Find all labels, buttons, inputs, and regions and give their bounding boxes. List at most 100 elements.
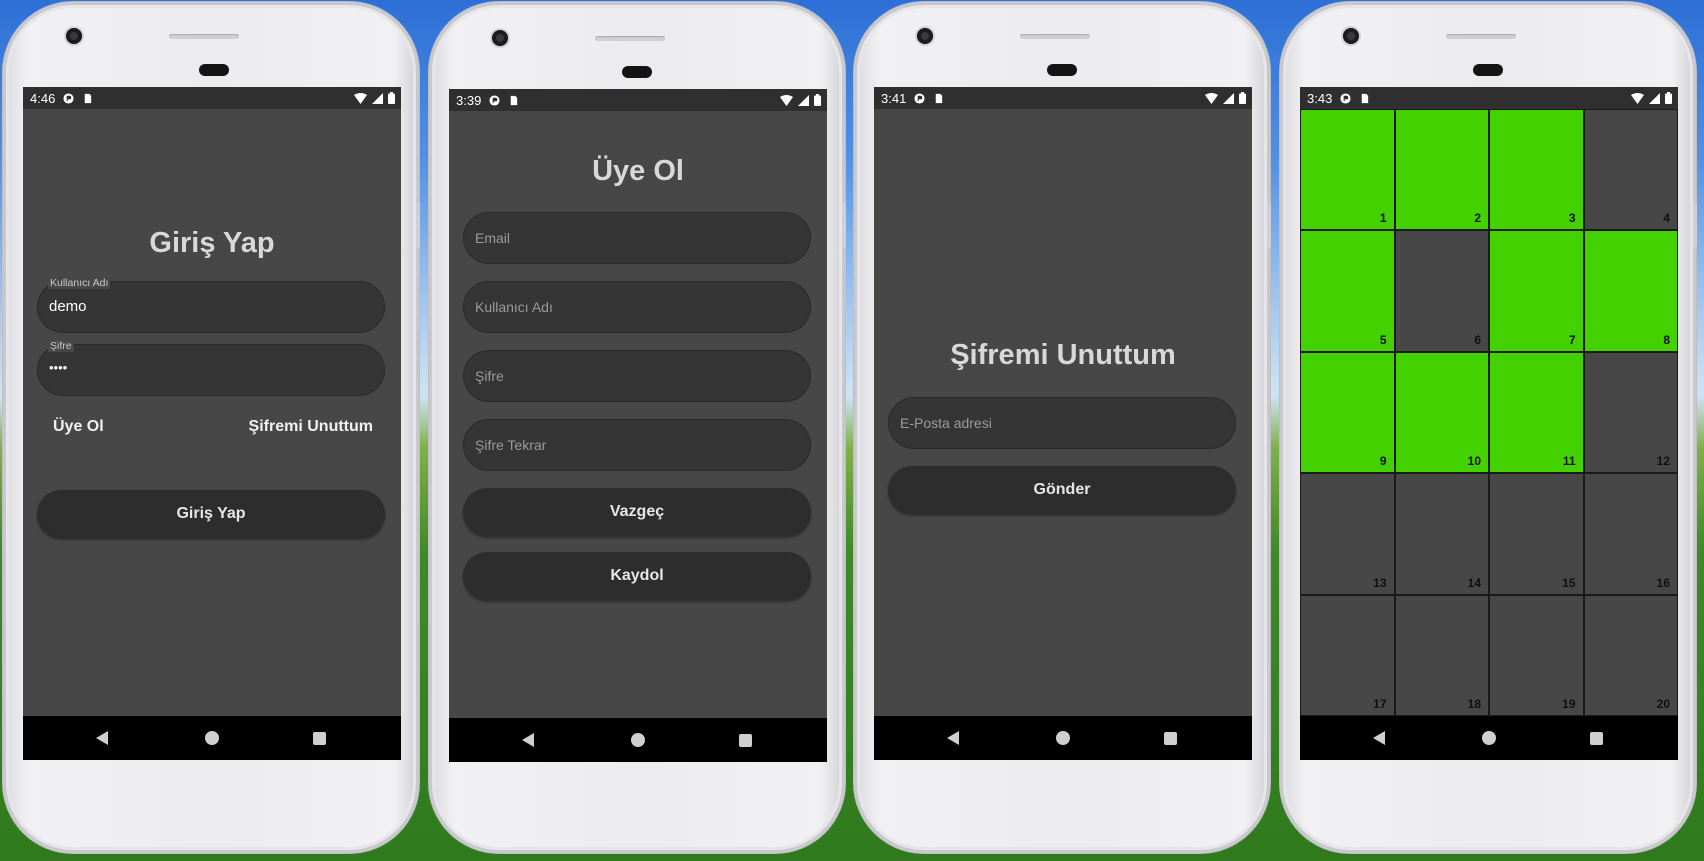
grid-tile[interactable]: 5 [1300, 230, 1395, 352]
home-icon[interactable] [1056, 731, 1070, 745]
email-placeholder: E-Posta adresi [900, 415, 992, 431]
status-bar: 4:46 [23, 87, 401, 109]
navigation-bar [874, 716, 1252, 760]
sd-card-icon [1362, 93, 1369, 103]
power-button [416, 202, 420, 248]
username-field[interactable]: Kullanıcı Adı [463, 281, 811, 333]
screen: 3:39 Üye Ol Email Kullanıcı Adı Şifre Şi… [449, 89, 827, 762]
username-value: demo [49, 298, 87, 315]
power-button [1693, 202, 1697, 248]
battery-icon [1239, 92, 1246, 104]
battery-icon [814, 94, 821, 106]
earpiece-speaker [1020, 34, 1090, 39]
password-value: •••• [49, 360, 68, 375]
recents-icon[interactable] [1164, 732, 1177, 745]
grid-tile[interactable]: 14 [1394, 473, 1489, 595]
home-icon[interactable] [1482, 731, 1496, 745]
wifi-icon [1631, 92, 1644, 104]
grid-tile[interactable]: 18 [1394, 594, 1489, 716]
grid-tile[interactable]: 1 [1300, 109, 1395, 231]
phone-login: 4:46 Giriş Yap Kullanıcı Adı demo Şifre … [3, 2, 420, 853]
grid-tile[interactable]: 12 [1583, 351, 1678, 474]
cancel-button[interactable]: Vazgeç [463, 488, 811, 536]
grid-tile[interactable]: 20 [1583, 594, 1678, 716]
grid-tile[interactable]: 11 [1489, 351, 1584, 474]
grid-tile[interactable]: 17 [1300, 594, 1395, 716]
signal-icon [1649, 92, 1660, 104]
tile-number: 2 [1474, 211, 1481, 226]
phone-register: 3:39 Üye Ol Email Kullanıcı Adı Şifre Şi… [429, 2, 846, 853]
grid-tile[interactable]: 7 [1489, 230, 1584, 352]
grid-tile[interactable]: 9 [1300, 351, 1395, 474]
email-placeholder: Email [475, 230, 511, 246]
earpiece-speaker [595, 36, 665, 41]
screen: 3:43 1 2 3 4 5 6 7 8 9 10 11 12 13 14 15 16 17 18 19 20 [1300, 87, 1678, 760]
grid-tile[interactable]: 10 [1394, 351, 1489, 474]
back-icon[interactable] [522, 733, 534, 747]
signup-link[interactable]: Üye Ol [53, 418, 104, 436]
tile-number: 11 [1562, 454, 1576, 469]
signal-icon [798, 94, 809, 106]
tile-number: 20 [1656, 696, 1670, 711]
username-placeholder: Kullanıcı Adı [475, 299, 553, 315]
app-icon [63, 92, 74, 104]
password-confirm-placeholder: Şifre Tekrar [475, 437, 547, 453]
earpiece-speaker [169, 34, 239, 39]
grid-tile[interactable]: 4 [1583, 109, 1678, 231]
back-icon[interactable] [947, 731, 959, 745]
tile-number: 6 [1474, 332, 1481, 347]
signal-icon [372, 92, 383, 104]
password-label: Şifre [48, 340, 74, 352]
password-field[interactable]: Şifre •••• [37, 340, 385, 396]
navigation-bar [23, 716, 401, 760]
status-time: 3:39 [456, 92, 482, 108]
send-button[interactable]: Gönder [888, 466, 1236, 514]
proximity-sensor [622, 66, 652, 78]
grid-tile[interactable]: 8 [1583, 230, 1678, 352]
grid-tile[interactable]: 13 [1300, 473, 1395, 595]
back-icon[interactable] [96, 731, 108, 745]
register-button[interactable]: Kaydol [463, 552, 811, 600]
sd-card-icon [936, 93, 943, 103]
email-field[interactable]: Email [463, 212, 811, 264]
grid-tile[interactable]: 19 [1489, 594, 1584, 716]
status-bar: 3:43 [1300, 87, 1678, 109]
tile-number: 7 [1568, 332, 1576, 347]
forgot-password-link[interactable]: Şifremi Unuttum [249, 418, 373, 436]
tile-grid: 1 2 3 4 5 6 7 8 9 10 11 12 13 14 15 16 17 18 19 20 [1300, 109, 1678, 716]
screen: 3:41 Şifremi Unuttum E-Posta adresi Gönd… [874, 87, 1252, 760]
sd-card-icon [85, 93, 92, 103]
status-bar: 3:39 [449, 89, 827, 111]
username-field[interactable]: Kullanıcı Adı demo [37, 277, 385, 333]
password-confirm-field[interactable]: Şifre Tekrar [463, 419, 811, 471]
recents-icon[interactable] [1590, 732, 1603, 745]
status-time: 3:43 [1307, 90, 1333, 106]
tile-number: 9 [1379, 454, 1387, 469]
navigation-bar [449, 718, 827, 762]
tile-number: 15 [1562, 575, 1576, 590]
wifi-icon [780, 94, 793, 106]
login-button[interactable]: Giriş Yap [37, 490, 385, 538]
recents-icon[interactable] [739, 734, 752, 747]
home-icon[interactable] [205, 731, 219, 745]
recents-icon[interactable] [313, 732, 326, 745]
username-label: Kullanıcı Adı [48, 277, 111, 289]
app-icon [489, 94, 500, 106]
grid-tile[interactable]: 16 [1583, 473, 1678, 595]
password-field[interactable]: Şifre [463, 350, 811, 402]
home-icon[interactable] [631, 733, 645, 747]
password-placeholder: Şifre [475, 368, 504, 384]
tile-number: 14 [1467, 575, 1481, 590]
back-icon[interactable] [1373, 731, 1385, 745]
tile-number: 19 [1562, 696, 1576, 711]
app-icon [914, 92, 925, 104]
grid-tile[interactable]: 2 [1394, 109, 1489, 231]
grid-tile[interactable]: 15 [1489, 473, 1584, 595]
grid-tile[interactable]: 3 [1489, 109, 1584, 231]
status-bar: 3:41 [874, 87, 1252, 109]
grid-tile[interactable]: 6 [1394, 230, 1489, 352]
email-field[interactable]: E-Posta adresi [888, 397, 1236, 449]
front-camera [66, 28, 82, 44]
sd-card-icon [511, 95, 518, 105]
proximity-sensor [1473, 64, 1503, 76]
